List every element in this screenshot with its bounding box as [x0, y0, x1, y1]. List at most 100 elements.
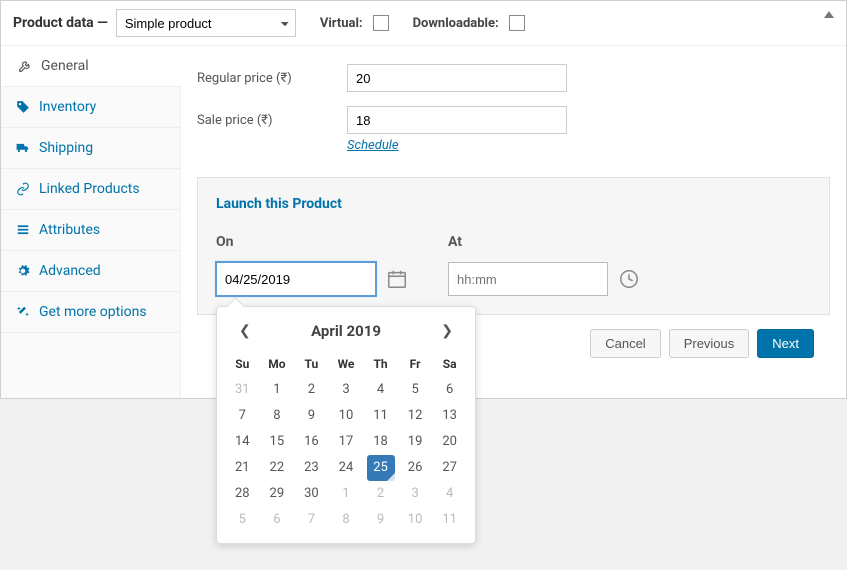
datepicker-day[interactable]: 6: [432, 377, 467, 403]
previous-button[interactable]: Previous: [669, 329, 750, 358]
datepicker-day[interactable]: 1: [260, 377, 295, 403]
list-icon: [15, 222, 31, 238]
datepicker-day[interactable]: 13: [432, 403, 467, 429]
datepicker-day[interactable]: 11: [432, 507, 467, 533]
sidebar-item-attributes[interactable]: Attributes: [1, 210, 180, 251]
datepicker-grid: SuMoTuWeThFrSa 3112345678910111213141516…: [225, 351, 467, 533]
datepicker-day[interactable]: 3: [329, 377, 364, 403]
datepicker-prev-icon[interactable]: ❮: [233, 321, 257, 341]
sidebar-item-label: Get more options: [39, 304, 147, 320]
datepicker-day[interactable]: 27: [432, 455, 467, 481]
datepicker-day[interactable]: 19: [398, 429, 433, 455]
datepicker-day[interactable]: 26: [398, 455, 433, 481]
sale-price-label: Sale price (₹): [197, 113, 347, 128]
main-content: Regular price (₹) Sale price (₹) Schedul…: [181, 46, 846, 398]
datepicker-day[interactable]: 16: [294, 429, 329, 455]
sidebar-item-label: Advanced: [39, 263, 101, 279]
regular-price-label: Regular price (₹): [197, 71, 347, 86]
sidebar-item-label: Shipping: [39, 140, 93, 156]
datepicker-day[interactable]: 4: [432, 481, 467, 507]
magic-icon: [15, 304, 31, 320]
product-data-panel: Product data — Simple product Virtual: D…: [0, 0, 847, 399]
datepicker-day[interactable]: 10: [329, 403, 364, 429]
datepicker-day[interactable]: 5: [398, 377, 433, 403]
calendar-icon[interactable]: [386, 268, 408, 290]
panel-header: Product data — Simple product Virtual: D…: [1, 1, 846, 46]
sidebar-item-shipping[interactable]: Shipping: [1, 128, 180, 169]
launch-product-box: Launch this Product On ❮: [197, 177, 830, 315]
datepicker-title[interactable]: April 2019: [311, 322, 381, 340]
cancel-button[interactable]: Cancel: [590, 329, 660, 358]
datepicker-day[interactable]: 28: [225, 481, 260, 507]
datepicker-day[interactable]: 18: [363, 429, 398, 455]
datepicker-day[interactable]: 17: [329, 429, 364, 455]
collapse-toggle-icon[interactable]: [824, 11, 834, 18]
downloadable-label: Downloadable:: [413, 16, 499, 31]
sidebar: General Inventory Shipping Linked Produc…: [1, 46, 181, 398]
datepicker-day[interactable]: 21: [225, 455, 260, 481]
datepicker-weekday: Su: [225, 351, 260, 377]
launch-at-label: At: [448, 234, 640, 250]
schedule-link[interactable]: Schedule: [347, 138, 399, 153]
virtual-checkbox[interactable]: [373, 15, 389, 31]
datepicker-day[interactable]: 2: [294, 377, 329, 403]
launch-title: Launch this Product: [216, 196, 811, 212]
downloadable-checkbox[interactable]: [509, 15, 525, 31]
wrench-icon: [17, 58, 33, 74]
clock-icon[interactable]: [618, 268, 640, 290]
datepicker-day[interactable]: 10: [398, 507, 433, 533]
datepicker-day[interactable]: 2: [363, 481, 398, 507]
regular-price-input[interactable]: [347, 64, 567, 92]
truck-icon: [15, 140, 31, 156]
datepicker-day[interactable]: 9: [294, 403, 329, 429]
datepicker-day[interactable]: 31: [225, 377, 260, 403]
sidebar-item-linked-products[interactable]: Linked Products: [1, 169, 180, 210]
sale-price-input[interactable]: [347, 106, 567, 134]
launch-on-label: On: [216, 234, 408, 250]
sidebar-item-general[interactable]: General: [1, 46, 181, 87]
sidebar-item-label: Linked Products: [39, 181, 140, 197]
datepicker-day[interactable]: 30: [294, 481, 329, 507]
datepicker-day[interactable]: 3: [398, 481, 433, 507]
tag-icon: [15, 99, 31, 115]
datepicker-day[interactable]: 15: [260, 429, 295, 455]
datepicker-day[interactable]: 23: [294, 455, 329, 481]
sidebar-item-label: General: [41, 58, 89, 74]
datepicker-day[interactable]: 12: [398, 403, 433, 429]
datepicker-day[interactable]: 1: [329, 481, 364, 507]
datepicker-day[interactable]: 25: [363, 455, 398, 481]
sidebar-item-label: Inventory: [39, 99, 96, 115]
sidebar-item-advanced[interactable]: Advanced: [1, 251, 180, 292]
sidebar-item-get-more-options[interactable]: Get more options: [1, 292, 180, 333]
panel-title: Product data —: [13, 15, 108, 31]
datepicker-day[interactable]: 29: [260, 481, 295, 507]
datepicker-next-icon[interactable]: ❯: [435, 321, 459, 341]
datepicker-weekday: Sa: [432, 351, 467, 377]
datepicker-day[interactable]: 8: [329, 507, 364, 533]
datepicker-day[interactable]: 8: [260, 403, 295, 429]
datepicker-day[interactable]: 22: [260, 455, 295, 481]
datepicker-weekday: Tu: [294, 351, 329, 377]
datepicker-day[interactable]: 11: [363, 403, 398, 429]
product-type-select[interactable]: Simple product: [116, 9, 296, 37]
datepicker-day[interactable]: 7: [294, 507, 329, 533]
datepicker-day[interactable]: 9: [363, 507, 398, 533]
datepicker-day[interactable]: 24: [329, 455, 364, 481]
sidebar-item-inventory[interactable]: Inventory: [1, 87, 180, 128]
datepicker-day[interactable]: 20: [432, 429, 467, 455]
link-icon: [15, 181, 31, 197]
datepicker-day[interactable]: 14: [225, 429, 260, 455]
datepicker-weekday: Th: [363, 351, 398, 377]
datepicker-weekday: Mo: [260, 351, 295, 377]
datepicker-day[interactable]: 6: [260, 507, 295, 533]
datepicker-weekday: We: [329, 351, 364, 377]
datepicker-day[interactable]: 5: [225, 507, 260, 533]
sidebar-item-label: Attributes: [39, 222, 100, 238]
virtual-label: Virtual:: [320, 16, 363, 31]
gear-icon: [15, 263, 31, 279]
launch-date-input[interactable]: [216, 262, 376, 296]
datepicker-day[interactable]: 4: [363, 377, 398, 403]
next-button[interactable]: Next: [757, 329, 814, 358]
launch-time-input[interactable]: [448, 262, 608, 296]
datepicker-day[interactable]: 7: [225, 403, 260, 429]
